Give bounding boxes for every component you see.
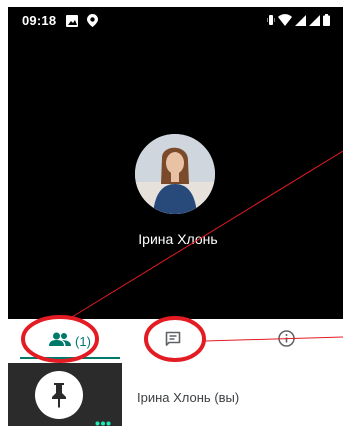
chat-icon [165, 331, 181, 352]
tab-bar: (1) [8, 319, 343, 363]
info-icon [277, 330, 295, 352]
image-icon [66, 14, 78, 32]
participant-avatar [135, 134, 215, 214]
wifi-icon [278, 13, 292, 31]
video-area: 09:18 Ірина Хлонь [8, 7, 343, 319]
participant-tile [8, 363, 122, 426]
active-tab-indicator [20, 357, 120, 359]
tab-info[interactable] [266, 319, 306, 363]
location-icon [87, 14, 98, 32]
people-icon [49, 332, 72, 351]
status-bar: 09:18 [8, 7, 343, 33]
battery-icon [323, 13, 330, 31]
participant-name: Ірина Хлонь [138, 231, 218, 247]
participant-list-item[interactable]: Ірина Хлонь (вы) [8, 363, 343, 426]
participant-list-name: Ірина Хлонь (вы) [137, 390, 240, 405]
signal-icon [295, 13, 306, 31]
more-options-icon[interactable] [95, 413, 111, 426]
status-icons [266, 13, 330, 31]
tab-chat[interactable] [138, 319, 208, 363]
pin-icon [35, 371, 83, 419]
status-time: 09:18 [22, 13, 57, 28]
vibrate-icon [266, 13, 276, 31]
participants-count: (1) [75, 333, 91, 349]
signal-icon-2 [309, 13, 320, 31]
